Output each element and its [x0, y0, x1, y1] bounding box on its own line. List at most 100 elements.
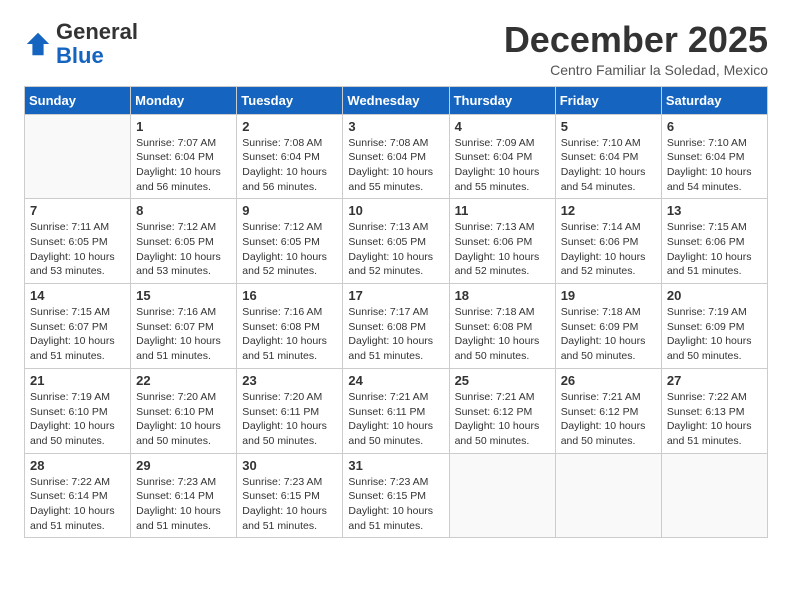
title-block: December 2025 Centro Familiar la Soledad… [504, 20, 768, 78]
day-info: Sunrise: 7:23 AM Sunset: 6:14 PM Dayligh… [136, 475, 231, 534]
day-info: Sunrise: 7:15 AM Sunset: 6:06 PM Dayligh… [667, 220, 762, 279]
day-number: 14 [30, 288, 125, 303]
day-info: Sunrise: 7:15 AM Sunset: 6:07 PM Dayligh… [30, 305, 125, 364]
day-info: Sunrise: 7:07 AM Sunset: 6:04 PM Dayligh… [136, 136, 231, 195]
calendar-cell [449, 453, 555, 538]
day-info: Sunrise: 7:20 AM Sunset: 6:11 PM Dayligh… [242, 390, 337, 449]
calendar-week-row: 1 Sunrise: 7:07 AM Sunset: 6:04 PM Daylig… [25, 114, 768, 199]
day-info: Sunrise: 7:17 AM Sunset: 6:08 PM Dayligh… [348, 305, 443, 364]
day-of-week-header: Tuesday [237, 86, 343, 114]
calendar-cell: 10 Sunrise: 7:13 AM Sunset: 6:05 PM Dayli… [343, 199, 449, 284]
day-info: Sunrise: 7:19 AM Sunset: 6:10 PM Dayligh… [30, 390, 125, 449]
day-info: Sunrise: 7:09 AM Sunset: 6:04 PM Dayligh… [455, 136, 550, 195]
day-info: Sunrise: 7:23 AM Sunset: 6:15 PM Dayligh… [348, 475, 443, 534]
day-number: 31 [348, 458, 443, 473]
calendar-cell: 18Sunrise: 7:18 AM Sunset: 6:08 PM Dayli… [449, 284, 555, 369]
calendar-cell: 3Sunrise: 7:08 AM Sunset: 6:04 PM Daylig… [343, 114, 449, 199]
day-number: 1 [136, 119, 231, 134]
calendar-cell: 15 Sunrise: 7:16 AM Sunset: 6:07 PM Dayli… [131, 284, 237, 369]
calendar-cell: 20 Sunrise: 7:19 AM Sunset: 6:09 PM Dayli… [661, 284, 767, 369]
calendar-week-row: 14 Sunrise: 7:15 AM Sunset: 6:07 PM Dayli… [25, 284, 768, 369]
calendar-cell: 25 Sunrise: 7:21 AM Sunset: 6:12 PM Dayli… [449, 368, 555, 453]
day-number: 15 [136, 288, 231, 303]
day-number: 23 [242, 373, 337, 388]
day-number: 11 [455, 203, 550, 218]
calendar-table: SundayMondayTuesdayWednesdayThursdayFrid… [24, 86, 768, 539]
calendar-cell: 17 Sunrise: 7:17 AM Sunset: 6:08 PM Dayli… [343, 284, 449, 369]
day-info: Sunrise: 7:13 AM Sunset: 6:05 PM Dayligh… [348, 220, 443, 279]
calendar-cell: 13 Sunrise: 7:15 AM Sunset: 6:06 PM Dayli… [661, 199, 767, 284]
day-info: Sunrise: 7:12 AM Sunset: 6:05 PM Dayligh… [242, 220, 337, 279]
day-of-week-header: Monday [131, 86, 237, 114]
day-info: Sunrise: 7:21 AM Sunset: 6:12 PM Dayligh… [455, 390, 550, 449]
day-of-week-header: Saturday [661, 86, 767, 114]
calendar-cell: 29 Sunrise: 7:23 AM Sunset: 6:14 PM Dayli… [131, 453, 237, 538]
day-number: 16 [242, 288, 337, 303]
calendar-header-row: SundayMondayTuesdayWednesdayThursdayFrid… [25, 86, 768, 114]
logo-general-text: General [56, 19, 138, 44]
day-of-week-header: Thursday [449, 86, 555, 114]
calendar-cell: 28 Sunrise: 7:22 AM Sunset: 6:14 PM Dayli… [25, 453, 131, 538]
calendar-cell: 22Sunrise: 7:20 AM Sunset: 6:10 PM Dayli… [131, 368, 237, 453]
day-info: Sunrise: 7:14 AM Sunset: 6:06 PM Dayligh… [561, 220, 656, 279]
calendar-cell: 19Sunrise: 7:18 AM Sunset: 6:09 PM Dayli… [555, 284, 661, 369]
day-info: Sunrise: 7:08 AM Sunset: 6:04 PM Dayligh… [242, 136, 337, 195]
day-info: Sunrise: 7:22 AM Sunset: 6:14 PM Dayligh… [30, 475, 125, 534]
calendar-cell: 8 Sunrise: 7:12 AM Sunset: 6:05 PM Daylig… [131, 199, 237, 284]
calendar-cell: 23 Sunrise: 7:20 AM Sunset: 6:11 PM Dayli… [237, 368, 343, 453]
month-title: December 2025 [504, 20, 768, 60]
day-info: Sunrise: 7:21 AM Sunset: 6:12 PM Dayligh… [561, 390, 656, 449]
day-number: 5 [561, 119, 656, 134]
day-info: Sunrise: 7:23 AM Sunset: 6:15 PM Dayligh… [242, 475, 337, 534]
calendar-cell: 7 Sunrise: 7:11 AM Sunset: 6:05 PM Daylig… [25, 199, 131, 284]
day-info: Sunrise: 7:08 AM Sunset: 6:04 PM Dayligh… [348, 136, 443, 195]
calendar-cell: 2Sunrise: 7:08 AM Sunset: 6:04 PM Daylig… [237, 114, 343, 199]
calendar-cell: 30Sunrise: 7:23 AM Sunset: 6:15 PM Dayli… [237, 453, 343, 538]
day-info: Sunrise: 7:21 AM Sunset: 6:11 PM Dayligh… [348, 390, 443, 449]
day-number: 4 [455, 119, 550, 134]
calendar-cell: 27Sunrise: 7:22 AM Sunset: 6:13 PM Dayli… [661, 368, 767, 453]
day-number: 6 [667, 119, 762, 134]
day-number: 9 [242, 203, 337, 218]
logo-icon [24, 30, 52, 58]
logo: General Blue [24, 20, 138, 68]
calendar-week-row: 28 Sunrise: 7:22 AM Sunset: 6:14 PM Dayli… [25, 453, 768, 538]
day-number: 27 [667, 373, 762, 388]
day-number: 29 [136, 458, 231, 473]
calendar-cell: 26 Sunrise: 7:21 AM Sunset: 6:12 PM Dayli… [555, 368, 661, 453]
day-info: Sunrise: 7:18 AM Sunset: 6:09 PM Dayligh… [561, 305, 656, 364]
day-number: 12 [561, 203, 656, 218]
day-info: Sunrise: 7:19 AM Sunset: 6:09 PM Dayligh… [667, 305, 762, 364]
day-number: 28 [30, 458, 125, 473]
calendar-cell: 21Sunrise: 7:19 AM Sunset: 6:10 PM Dayli… [25, 368, 131, 453]
day-info: Sunrise: 7:10 AM Sunset: 6:04 PM Dayligh… [561, 136, 656, 195]
calendar-cell: 16 Sunrise: 7:16 AM Sunset: 6:08 PM Dayli… [237, 284, 343, 369]
day-of-week-header: Wednesday [343, 86, 449, 114]
day-number: 13 [667, 203, 762, 218]
day-number: 7 [30, 203, 125, 218]
day-of-week-header: Friday [555, 86, 661, 114]
day-info: Sunrise: 7:18 AM Sunset: 6:08 PM Dayligh… [455, 305, 550, 364]
day-info: Sunrise: 7:16 AM Sunset: 6:08 PM Dayligh… [242, 305, 337, 364]
calendar-cell: 11 Sunrise: 7:13 AM Sunset: 6:06 PM Dayli… [449, 199, 555, 284]
calendar-cell: 14 Sunrise: 7:15 AM Sunset: 6:07 PM Dayli… [25, 284, 131, 369]
calendar-cell: 24Sunrise: 7:21 AM Sunset: 6:11 PM Dayli… [343, 368, 449, 453]
calendar-cell: 5 Sunrise: 7:10 AM Sunset: 6:04 PM Daylig… [555, 114, 661, 199]
day-number: 26 [561, 373, 656, 388]
day-info: Sunrise: 7:11 AM Sunset: 6:05 PM Dayligh… [30, 220, 125, 279]
calendar-cell: 1 Sunrise: 7:07 AM Sunset: 6:04 PM Daylig… [131, 114, 237, 199]
day-number: 25 [455, 373, 550, 388]
day-number: 10 [348, 203, 443, 218]
calendar-cell [661, 453, 767, 538]
day-info: Sunrise: 7:13 AM Sunset: 6:06 PM Dayligh… [455, 220, 550, 279]
page-header: General Blue December 2025 Centro Famili… [24, 20, 768, 78]
day-info: Sunrise: 7:12 AM Sunset: 6:05 PM Dayligh… [136, 220, 231, 279]
calendar-cell [555, 453, 661, 538]
day-info: Sunrise: 7:16 AM Sunset: 6:07 PM Dayligh… [136, 305, 231, 364]
day-number: 20 [667, 288, 762, 303]
calendar-week-row: 21Sunrise: 7:19 AM Sunset: 6:10 PM Dayli… [25, 368, 768, 453]
calendar-cell: 12 Sunrise: 7:14 AM Sunset: 6:06 PM Dayli… [555, 199, 661, 284]
calendar-cell: 31 Sunrise: 7:23 AM Sunset: 6:15 PM Dayli… [343, 453, 449, 538]
day-number: 8 [136, 203, 231, 218]
day-number: 17 [348, 288, 443, 303]
